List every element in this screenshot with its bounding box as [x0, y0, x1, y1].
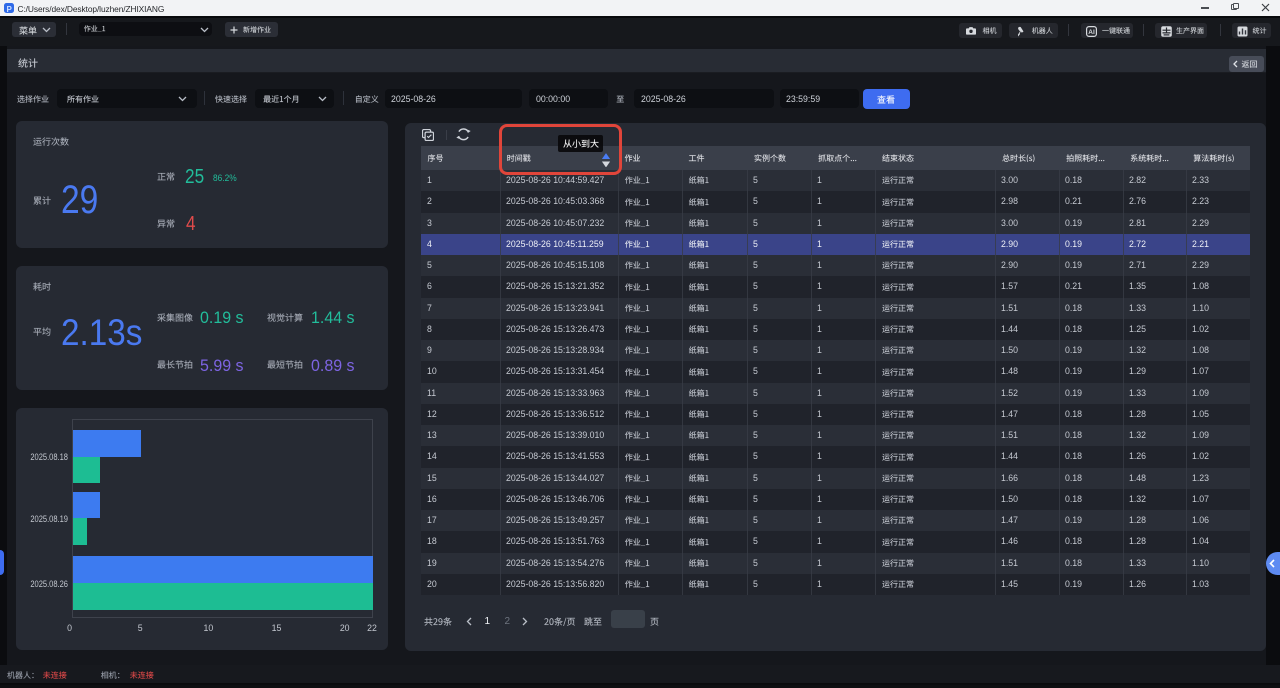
svg-text:AI: AI [1088, 29, 1095, 36]
